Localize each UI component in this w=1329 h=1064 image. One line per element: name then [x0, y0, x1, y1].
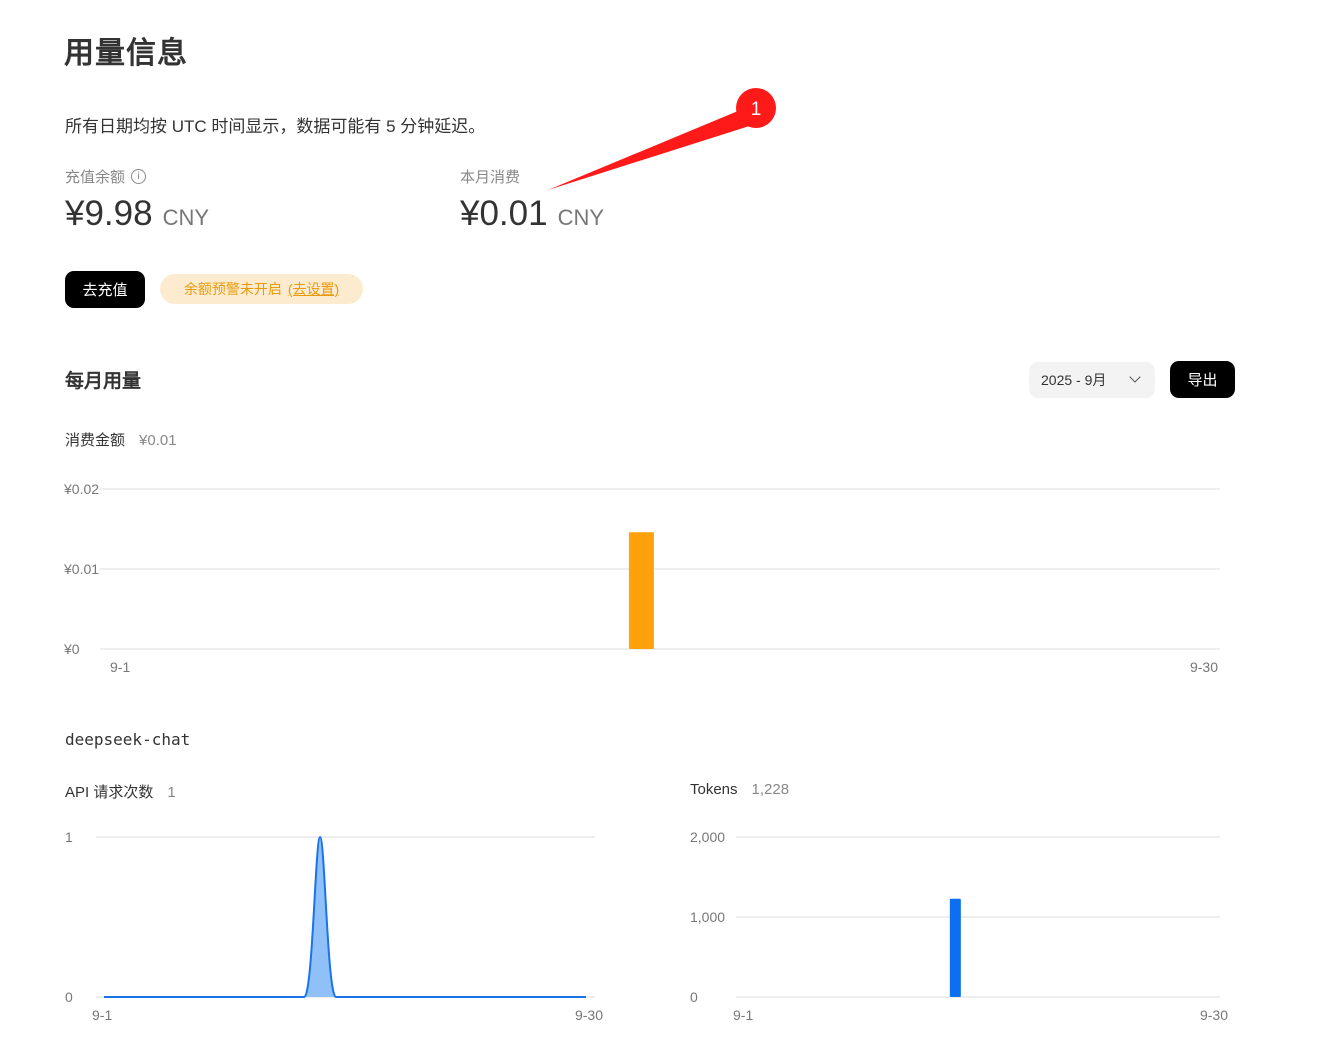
- monthly-spend-currency: CNY: [557, 205, 605, 230]
- x-tick-label: 9-1: [92, 1007, 112, 1023]
- x-tick-label: 9-1: [110, 659, 130, 675]
- balance-alert-badge: 余额预警未开启 (去设置): [160, 274, 363, 304]
- y-tick-label: 1: [65, 829, 73, 845]
- requests-label: API 请求次数: [65, 784, 154, 801]
- y-tick-label: 0: [690, 989, 698, 1005]
- monthly-spend-value-row: ¥0.01 CNY: [460, 194, 604, 234]
- balance-label-row: 充值余额 i: [65, 166, 147, 187]
- chevron-down-icon: [1129, 371, 1141, 383]
- y-tick-label: 2,000: [690, 829, 725, 845]
- y-tick-label: ¥0.02: [63, 481, 99, 497]
- page-title: 用量信息: [64, 37, 188, 70]
- export-button[interactable]: 导出: [1170, 361, 1235, 398]
- balance-label: 充值余额: [65, 169, 126, 186]
- info-circle-icon[interactable]: i: [131, 169, 147, 184]
- y-tick-label: ¥0.01: [63, 561, 99, 577]
- utc-notice: 所有日期均按 UTC 时间显示，数据可能有 5 分钟延迟。: [65, 117, 486, 136]
- area-fill: [104, 837, 586, 997]
- balance-currency: CNY: [162, 205, 210, 230]
- x-tick-label: 9-30: [1190, 659, 1218, 675]
- monthly-spend-label: 本月消费: [460, 169, 521, 186]
- tokens-label: Tokens: [690, 781, 738, 798]
- requests-chart: 0 1 9-1 9-30: [65, 829, 603, 1023]
- x-tick-label: 9-30: [575, 1007, 603, 1023]
- annotation-arrow-shape: [548, 106, 762, 190]
- tokens-metric: Tokens 1,228: [690, 781, 789, 798]
- balance-alert-settings-link[interactable]: (去设置): [288, 279, 339, 299]
- monthly-usage-title: 每月用量: [65, 371, 142, 392]
- balance-value: ¥9.98: [65, 194, 153, 233]
- annotation-number: 1: [751, 99, 762, 120]
- y-tick-label: ¥0: [63, 641, 80, 657]
- monthly-spend-label-row: 本月消费: [460, 166, 520, 187]
- x-tick-label: 9-1: [733, 1007, 753, 1023]
- tokens-total: 1,228: [751, 781, 790, 798]
- bar: [628, 532, 654, 649]
- cost-total: ¥0.01: [139, 432, 177, 449]
- monthly-spend-value: ¥0.01: [460, 194, 548, 233]
- balance-alert-text: 余额预警未开启: [183, 281, 282, 297]
- requests-total: 1: [167, 784, 176, 801]
- x-tick-label: 9-30: [1200, 1007, 1228, 1023]
- balance-value-row: ¥9.98 CNY: [65, 194, 209, 234]
- cost-chart: ¥0 ¥0.01 ¥0.02 9-1 9-30: [63, 481, 1220, 675]
- topup-button[interactable]: 去充值: [65, 271, 145, 308]
- model-name: deepseek-chat: [65, 730, 191, 749]
- y-tick-label: 1,000: [690, 909, 725, 925]
- bar: [949, 898, 961, 997]
- series-line: [104, 835, 586, 998]
- requests-metric: API 请求次数 1: [65, 781, 176, 802]
- annotation-arrow: 1: [548, 88, 776, 190]
- tokens-chart: 0 1,000 2,000 9-1 9-30: [690, 829, 1228, 1023]
- cost-metric: 消费金额 ¥0.01: [65, 429, 177, 450]
- cost-label: 消费金额: [65, 432, 126, 449]
- month-select[interactable]: 2025 - 9月: [1029, 362, 1155, 398]
- month-select-value: 2025 - 9月: [1041, 372, 1107, 388]
- y-tick-label: 0: [65, 989, 73, 1005]
